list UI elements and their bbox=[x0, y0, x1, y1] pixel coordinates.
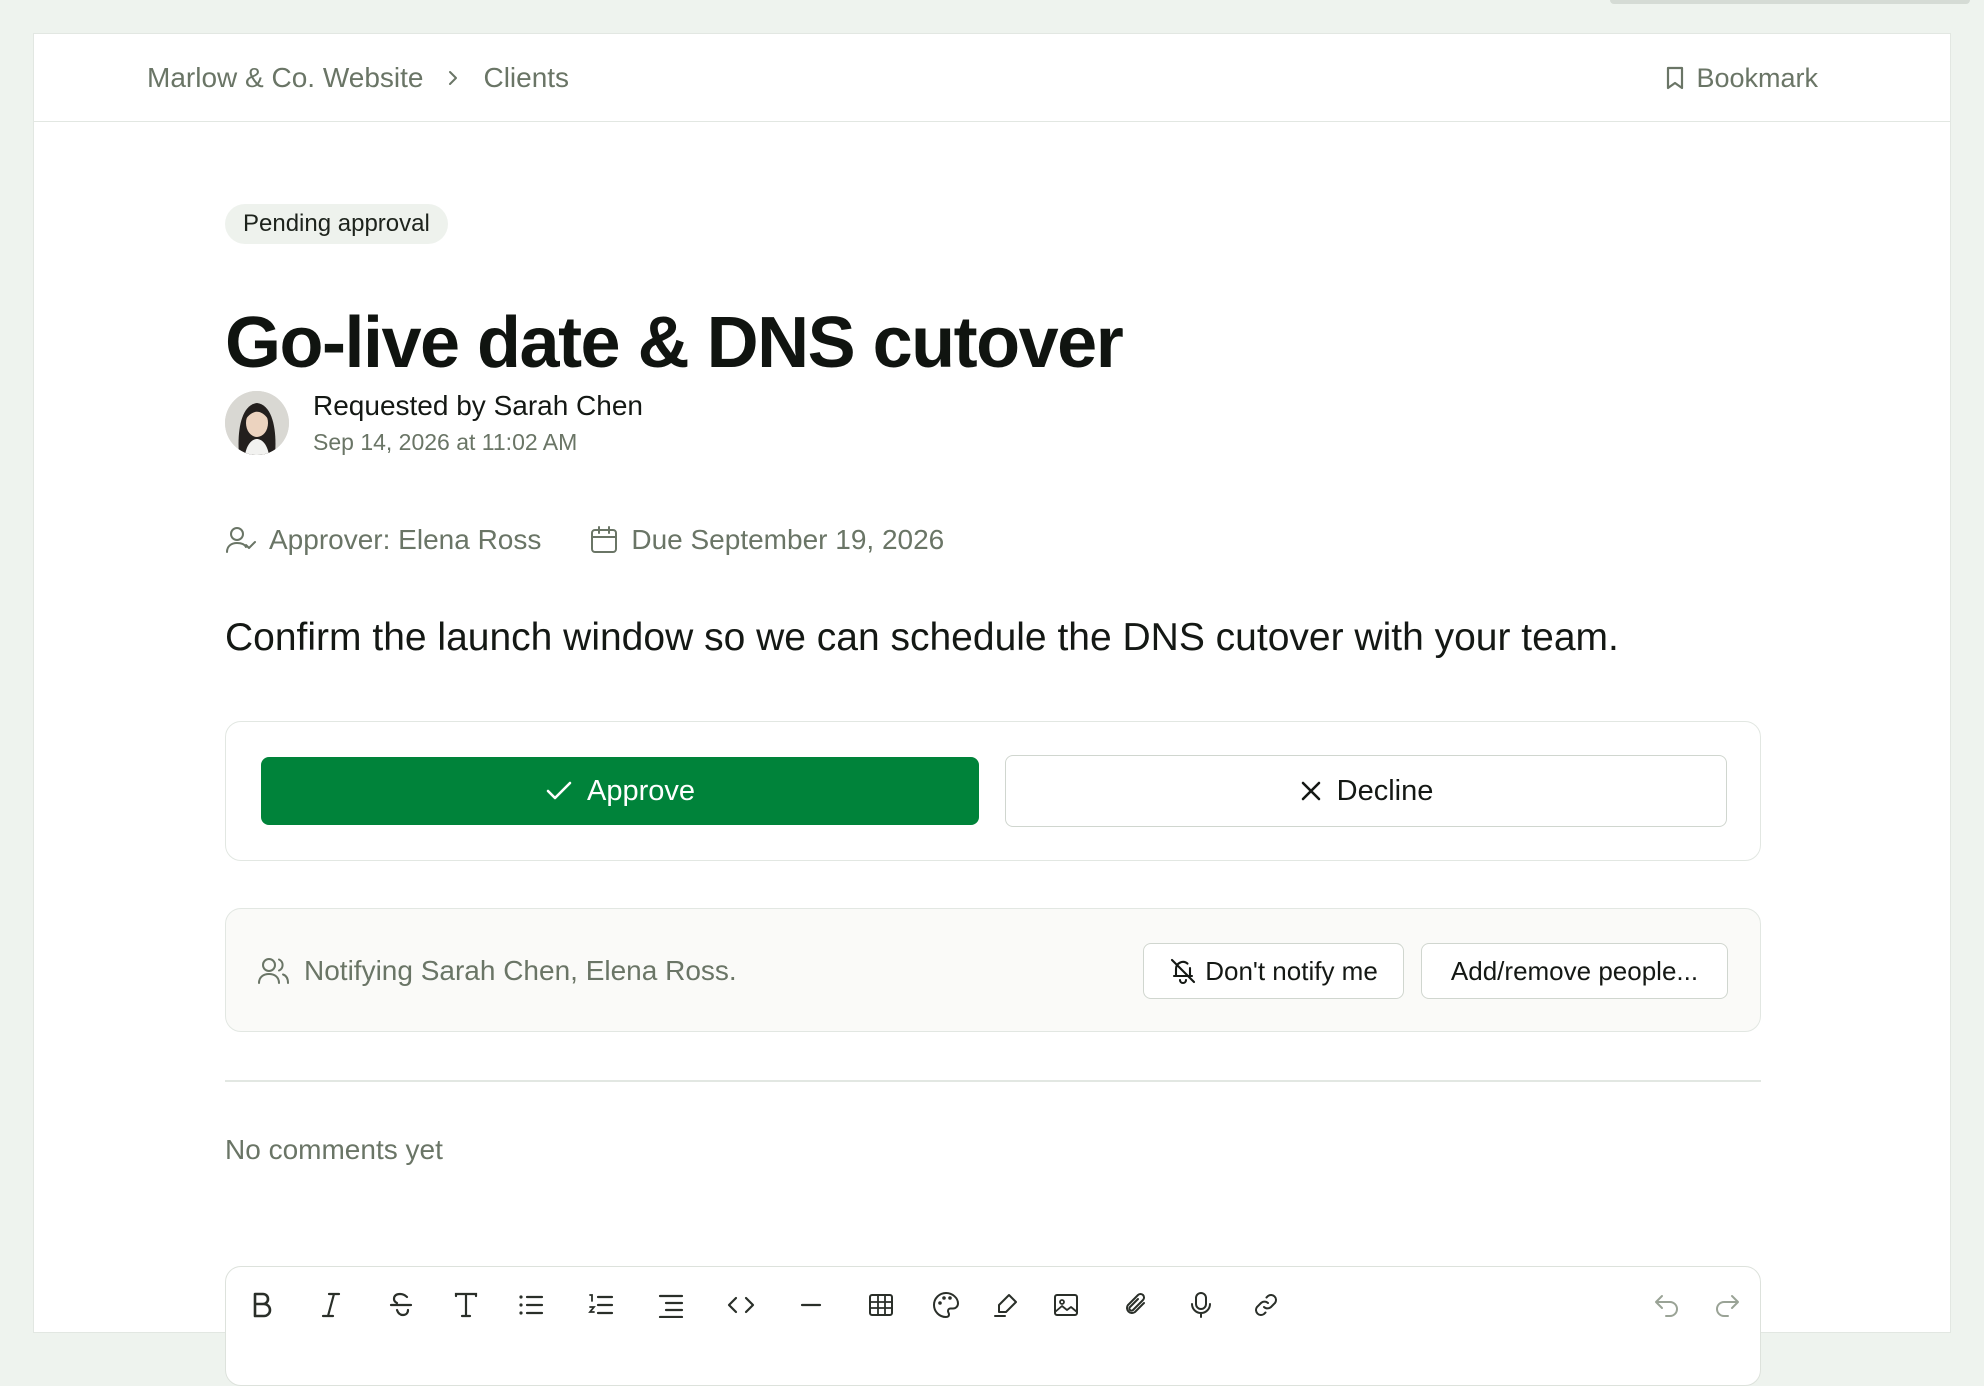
palette-icon[interactable] bbox=[928, 1287, 964, 1323]
comment-editor[interactable] bbox=[225, 1266, 1761, 1386]
approver-label: Approver: Elena Ross bbox=[269, 524, 542, 555]
bold-icon[interactable] bbox=[243, 1287, 279, 1323]
request-timestamp: Sep 14, 2026 at 11:02 AM bbox=[313, 429, 578, 455]
status-badge: Pending approval bbox=[225, 204, 448, 244]
decline-label: Decline bbox=[1336, 774, 1434, 807]
bookmark-label: Bookmark bbox=[1696, 62, 1818, 93]
comments-empty-state: No comments yet bbox=[225, 1134, 443, 1165]
notify-text: Notifying Sarah Chen, Elena Ross. bbox=[304, 955, 737, 986]
numbered-list-icon[interactable] bbox=[583, 1287, 619, 1323]
request-description: Confirm the launch window so we can sche… bbox=[225, 616, 1619, 659]
approve-button[interactable]: Approve bbox=[261, 757, 979, 825]
bookmark-button[interactable]: Bookmark bbox=[1664, 34, 1818, 122]
code-icon[interactable] bbox=[723, 1287, 759, 1323]
approval-actions: Approve Decline bbox=[225, 721, 1761, 861]
undo-icon[interactable] bbox=[1649, 1287, 1685, 1323]
section-divider bbox=[225, 1080, 1761, 1082]
attachment-icon[interactable] bbox=[1118, 1287, 1154, 1323]
requester-name: Requested by Sarah Chen bbox=[313, 390, 643, 421]
highlight-icon[interactable] bbox=[988, 1287, 1024, 1323]
italic-icon[interactable] bbox=[313, 1287, 349, 1323]
approve-label: Approve bbox=[586, 774, 695, 807]
top-bar: Marlow & Co. Website Clients Bookmark bbox=[34, 34, 1950, 122]
due-date-label: Due September 19, 2026 bbox=[631, 524, 945, 555]
page-title: Go-live date & DNS cutover bbox=[225, 303, 1124, 383]
link-icon[interactable] bbox=[1248, 1287, 1284, 1323]
avatar bbox=[225, 391, 289, 455]
request-meta: Approver: Elena Ross Due September 19, 2… bbox=[225, 524, 944, 556]
due-date-info: Due September 19, 2026 bbox=[589, 524, 944, 556]
image-icon[interactable] bbox=[1048, 1287, 1084, 1323]
dont-notify-button[interactable]: Don't notify me bbox=[1143, 943, 1404, 999]
breadcrumb-project[interactable]: Marlow & Co. Website bbox=[147, 62, 423, 94]
check-icon bbox=[545, 779, 573, 803]
calendar-icon bbox=[589, 525, 619, 555]
redo-icon[interactable] bbox=[1709, 1287, 1745, 1323]
approver-info: Approver: Elena Ross bbox=[225, 524, 541, 556]
users-icon bbox=[258, 956, 290, 986]
text-size-icon[interactable] bbox=[448, 1287, 484, 1323]
window-shadow bbox=[1610, 0, 1970, 4]
bookmark-icon bbox=[1664, 65, 1686, 91]
bell-off-icon bbox=[1169, 957, 1197, 985]
strikethrough-icon[interactable] bbox=[383, 1287, 419, 1323]
notification-panel: Notifying Sarah Chen, Elena Ross. Don't … bbox=[225, 908, 1761, 1032]
decline-button[interactable]: Decline bbox=[1005, 755, 1727, 827]
breadcrumb: Marlow & Co. Website Clients bbox=[147, 34, 569, 122]
main-panel: Marlow & Co. Website Clients Bookmark Pe… bbox=[33, 33, 1951, 1386]
notify-summary: Notifying Sarah Chen, Elena Ross. bbox=[258, 909, 737, 1033]
user-check-icon bbox=[225, 525, 257, 555]
table-icon[interactable] bbox=[863, 1287, 899, 1323]
indent-icon[interactable] bbox=[653, 1287, 689, 1323]
add-remove-people-button[interactable]: Add/remove people... bbox=[1421, 943, 1728, 999]
chevron-right-icon bbox=[443, 68, 463, 88]
divider-icon[interactable] bbox=[793, 1287, 829, 1323]
dont-notify-label: Don't notify me bbox=[1205, 955, 1378, 986]
microphone-icon[interactable] bbox=[1183, 1287, 1219, 1323]
bullet-list-icon[interactable] bbox=[513, 1287, 549, 1323]
close-icon bbox=[1299, 779, 1323, 803]
breadcrumb-clients[interactable]: Clients bbox=[483, 62, 569, 94]
